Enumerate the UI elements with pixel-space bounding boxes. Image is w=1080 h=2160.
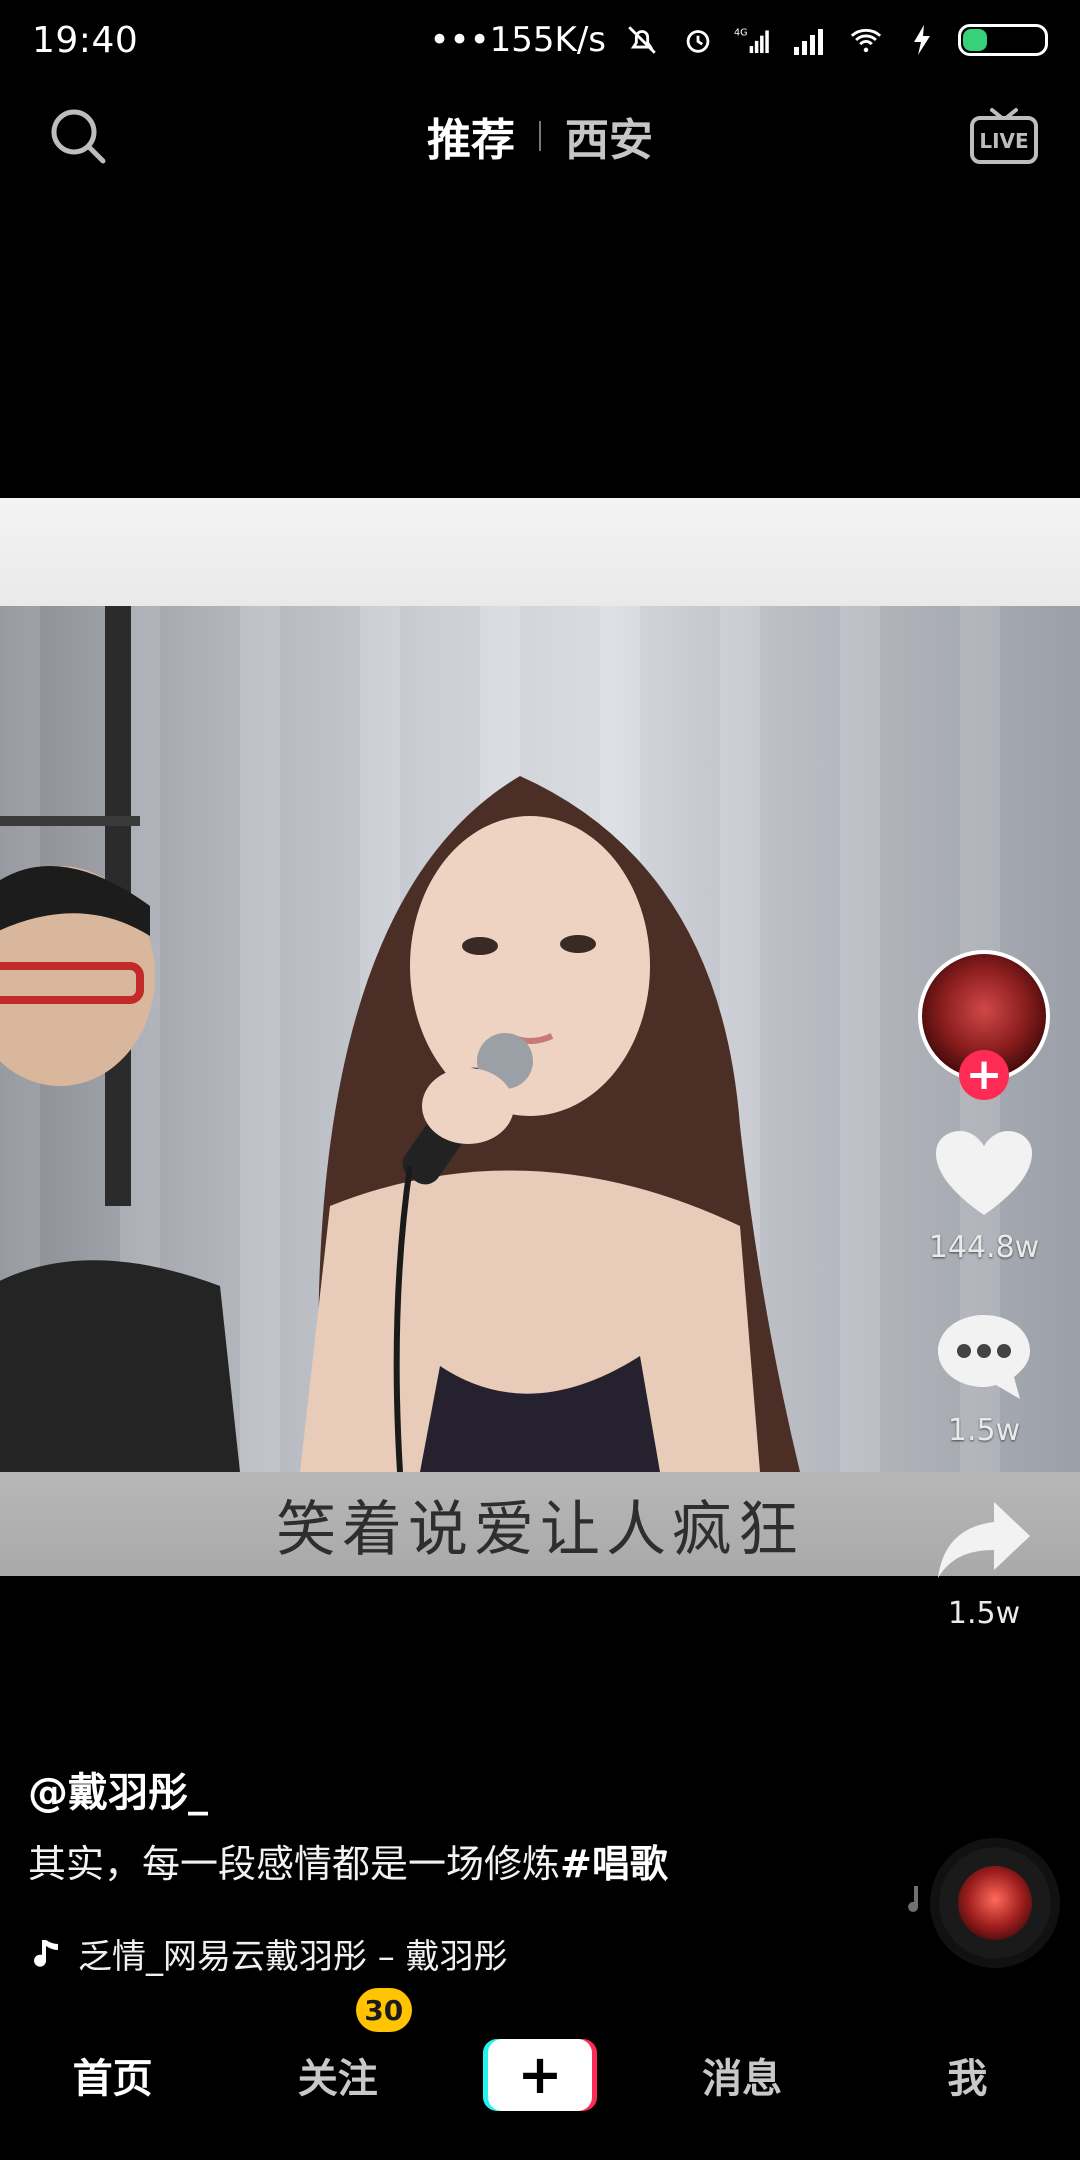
action-rail: + 144.8w 1.5w 1.5w [904, 950, 1064, 1631]
music-note-icon [28, 1936, 64, 1972]
comment-count: 1.5w [947, 1413, 1021, 1448]
battery-indicator: 27 [958, 24, 1048, 56]
video-subtitle: 笑着说爱让人疯狂 [276, 1494, 804, 1565]
status-bar: 19:40 •••155K/s 4G 27 [0, 0, 1080, 80]
tab-recommend[interactable]: 推荐 [427, 104, 515, 168]
nav-following-label: 关注 [297, 2056, 378, 2102]
follow-plus-button[interactable]: + [959, 1050, 1009, 1100]
cell-signal-icon [790, 20, 830, 60]
create-plus-icon: + [487, 2039, 592, 2111]
description-text: 其实，每一段感情都是一场修炼 [28, 1842, 561, 1886]
following-badge: 30 [355, 1988, 412, 2032]
heart-icon[interactable] [929, 1126, 1039, 1222]
live-icon[interactable]: LIVE [968, 104, 1040, 168]
comment-action[interactable]: 1.5w [929, 1309, 1039, 1448]
top-header: 推荐 西安 LIVE [0, 96, 1080, 176]
tab-local-city[interactable]: 西安 [565, 104, 653, 168]
cell-signal-4g-icon: 4G [734, 20, 774, 60]
charging-bolt-icon [902, 20, 942, 60]
music-title: 乏情_网易云戴羽彤 – 戴羽彤 [78, 1937, 508, 1978]
nav-following[interactable]: 关注 30 [258, 1988, 418, 2104]
feed-tabs: 推荐 西安 [0, 96, 1080, 176]
create-button[interactable]: + [482, 2039, 597, 2111]
mute-bell-icon [622, 20, 662, 60]
wifi-icon [846, 20, 886, 60]
share-arrow-icon[interactable] [929, 1492, 1039, 1588]
post-description: 其实，每一段感情都是一场修炼#唱歌 [28, 1840, 908, 1889]
svg-text:4G: 4G [734, 28, 747, 39]
author-avatar-container: + [918, 950, 1050, 1100]
floating-music-note-icon [908, 1886, 919, 1912]
status-time: 19:40 [32, 19, 139, 61]
share-action[interactable]: 1.5w [929, 1492, 1039, 1631]
alarm-icon [678, 20, 718, 60]
comment-bubble-icon[interactable] [929, 1309, 1039, 1405]
share-count: 1.5w [947, 1596, 1021, 1631]
video-top-band [0, 498, 1080, 606]
author-name[interactable]: @戴羽彤_ [28, 1760, 908, 1818]
bottom-nav: 首页 关注 30 + 消息 我 [0, 1988, 1080, 2160]
nav-home[interactable]: 首页 [33, 2046, 193, 2104]
music-cover-image [958, 1866, 1032, 1940]
like-count: 144.8w [928, 1230, 1040, 1265]
hashtag-link[interactable]: #唱歌 [560, 1842, 668, 1886]
music-info[interactable]: 乏情_网易云戴羽彤 – 戴羽彤 [28, 1929, 908, 1978]
nav-messages[interactable]: 消息 [662, 2046, 822, 2104]
tab-divider [539, 121, 541, 151]
svg-text:LIVE: LIVE [979, 129, 1028, 153]
music-disc[interactable] [930, 1838, 1060, 1968]
status-icons: •••155K/s 4G 27 [429, 20, 1048, 60]
post-info: @戴羽彤_ 其实，每一段感情都是一场修炼#唱歌 乏情_网易云戴羽彤 – 戴羽彤 [28, 1760, 908, 1978]
like-action[interactable]: 144.8w [929, 1126, 1039, 1265]
nav-me[interactable]: 我 [887, 2046, 1047, 2104]
network-speed: •••155K/s [429, 20, 606, 60]
